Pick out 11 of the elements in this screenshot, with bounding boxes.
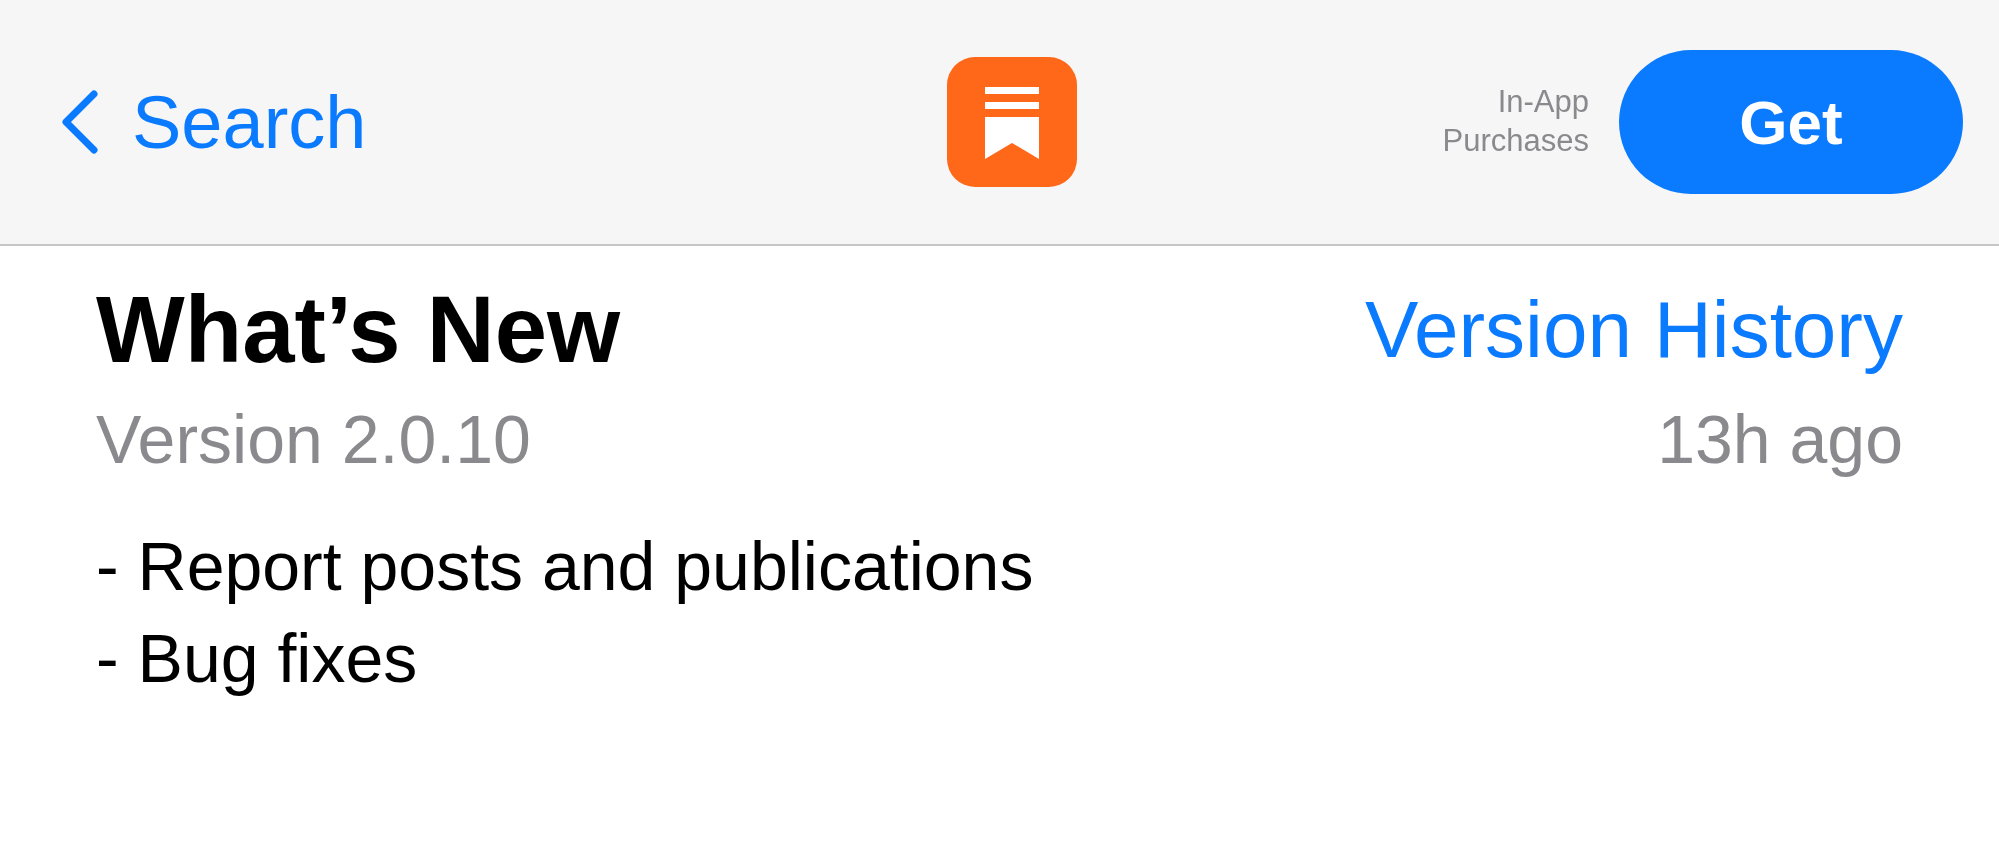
release-note: - Report posts and publications [96, 527, 1035, 606]
bookmark-icon [946, 57, 1077, 187]
in-app-purchases-note: In-App Purchases [1441, 83, 1589, 160]
back-chevron-icon [60, 90, 100, 154]
get-button[interactable]: Get [1619, 50, 1963, 194]
version-label: Version 2.0.10 [96, 400, 531, 478]
release-note: - Bug fixes [96, 619, 419, 698]
release-age: 13h ago [1657, 400, 1903, 478]
version-history-link[interactable]: Version History [1365, 284, 1903, 376]
section-title: What’s New [96, 276, 621, 384]
back-link[interactable]: Search [60, 79, 367, 165]
